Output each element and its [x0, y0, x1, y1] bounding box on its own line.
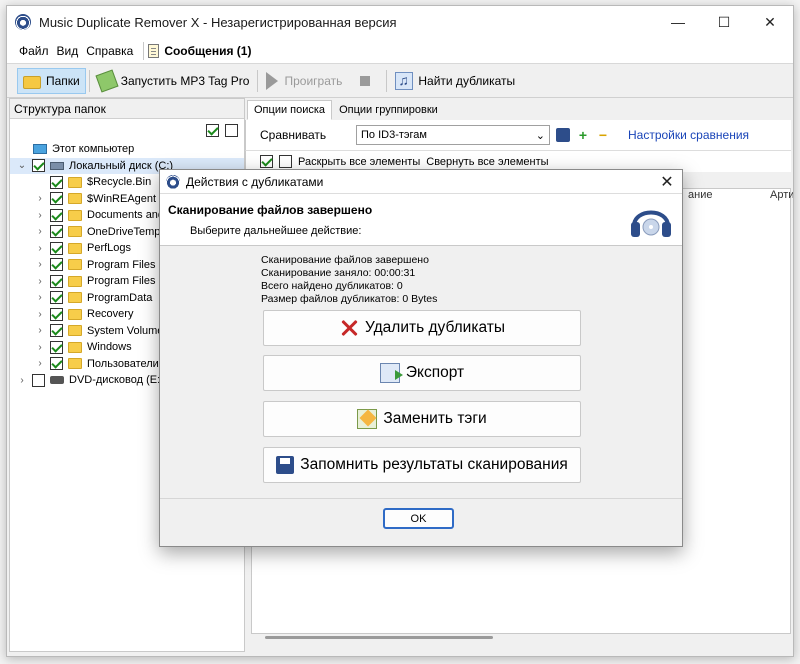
delete-duplicates-button[interactable]: Удалить дубликаты: [263, 310, 581, 346]
duplicate-actions-dialog: Действия с дубликатами ✕ Сканирование фа…: [159, 169, 683, 547]
export-icon: [379, 363, 403, 383]
replace-tags-button[interactable]: Заменить тэги: [263, 401, 581, 437]
app-icon: [166, 174, 180, 189]
dialog-title: Действия с дубликатами: [186, 174, 324, 189]
export-label: Экспорт: [405, 364, 465, 381]
headphones-icon: [631, 210, 671, 237]
delete-icon: [339, 318, 359, 338]
stat-line: Размер файлов дубликатов: 0 Bytes: [261, 293, 438, 305]
dialog-header: Сканирование файлов завершено Выберите д…: [160, 194, 682, 246]
replace-tags-label: Заменить тэги: [383, 410, 487, 427]
dialog-title-bar: Действия с дубликатами ✕: [160, 170, 682, 194]
export-button[interactable]: Экспорт: [263, 355, 581, 391]
tag-edit-icon: [357, 409, 378, 429]
dialog-overlay: Действия с дубликатами ✕ Сканирование фа…: [0, 0, 800, 664]
dialog-close-icon[interactable]: ✕: [652, 172, 682, 192]
delete-duplicates-label: Удалить дубликаты: [365, 319, 505, 336]
ok-button[interactable]: OK: [383, 508, 454, 529]
floppy-disk-icon: [276, 456, 295, 474]
dialog-footer: OK: [160, 498, 682, 546]
stat-line: Всего найдено дубликатов: 0: [261, 280, 403, 292]
dialog-subheading: Выберите дальнейшее действие:: [190, 225, 362, 237]
stat-line: Сканирование файлов завершено: [261, 254, 429, 266]
save-results-button[interactable]: Запомнить результаты сканирования: [263, 447, 581, 483]
scan-stats: Сканирование файлов завершено Сканирован…: [261, 254, 437, 306]
stat-line: Сканирование заняло: 00:00:31: [261, 267, 416, 279]
dialog-heading: Сканирование файлов завершено: [168, 203, 373, 217]
save-results-label: Запомнить результаты сканирования: [300, 456, 568, 473]
